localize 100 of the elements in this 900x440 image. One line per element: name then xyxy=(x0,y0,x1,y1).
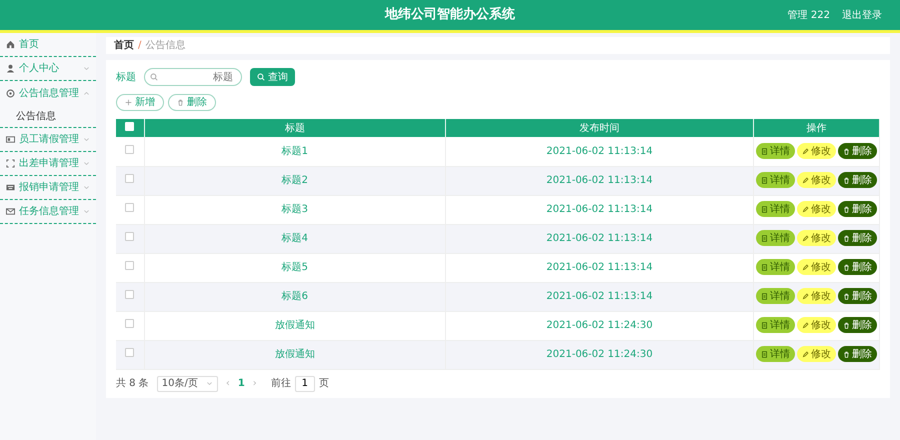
page-size-select[interactable]: 10条/页 xyxy=(156,376,218,392)
pencil-icon xyxy=(802,148,809,154)
detail-button[interactable]: 详情 xyxy=(756,143,795,159)
pencil-icon xyxy=(802,234,809,242)
edit-button[interactable]: 修改 xyxy=(797,259,836,276)
table-cell: 2021-06-02 11:24:30 xyxy=(446,311,754,340)
delete-button[interactable]: 删除 xyxy=(838,230,877,246)
document-icon xyxy=(761,234,768,242)
envelope-icon xyxy=(6,207,15,216)
edit-button[interactable]: 修改 xyxy=(797,317,836,334)
sidebar-item[interactable]: 个人中心 xyxy=(0,57,96,81)
detail-button[interactable]: 详情 xyxy=(756,346,795,362)
search-label: 标题 xyxy=(116,70,136,84)
edit-button[interactable]: 修改 xyxy=(797,346,836,362)
table-cell: 标题4 xyxy=(144,224,446,253)
trash-icon xyxy=(843,176,850,184)
detail-button[interactable]: 详情 xyxy=(756,259,795,276)
delete-button[interactable]: 删除 xyxy=(838,172,877,188)
pencil-icon xyxy=(802,292,809,300)
search-field[interactable]: 标题 xyxy=(144,68,242,86)
pencil-icon xyxy=(802,264,809,271)
trash-icon xyxy=(843,350,850,358)
detail-button[interactable]: 详情 xyxy=(756,288,795,304)
detail-button[interactable]: 详情 xyxy=(756,317,795,334)
breadcrumb-separator: / xyxy=(138,39,142,53)
pencil-icon xyxy=(802,176,809,184)
logout-link[interactable]: 退出登录 xyxy=(842,8,882,23)
column-header: 发布时间 xyxy=(446,119,754,137)
goto-label: 前往 xyxy=(270,376,291,391)
total-count: 共 8 条 xyxy=(116,376,149,391)
page-input[interactable]: 1 xyxy=(294,376,315,392)
table-cell: 放假通知 xyxy=(144,311,446,340)
table-cell: 2021-06-02 11:13:14 xyxy=(446,137,754,166)
app-title: 地纬公司智能办公系统 xyxy=(385,6,515,24)
trash-icon xyxy=(843,234,850,242)
row-checkbox[interactable] xyxy=(125,232,134,241)
delete-button[interactable]: 删除 xyxy=(838,201,877,218)
edit-button[interactable]: 修改 xyxy=(797,172,836,188)
sidebar-item[interactable]: 员工请假管理 xyxy=(0,128,96,152)
edit-button[interactable]: 修改 xyxy=(797,288,836,304)
column-header: 操作 xyxy=(754,119,880,137)
add-button[interactable]: 新增 xyxy=(116,94,164,111)
trash-icon xyxy=(843,264,850,271)
row-checkbox[interactable] xyxy=(125,348,134,357)
select-all-checkbox[interactable] xyxy=(125,122,134,130)
row-checkbox[interactable] xyxy=(125,261,134,270)
delete-button[interactable]: 删除 xyxy=(838,143,877,159)
detail-button[interactable]: 详情 xyxy=(756,201,795,218)
document-icon xyxy=(761,264,768,271)
detail-button[interactable]: 详情 xyxy=(756,172,795,188)
document-icon xyxy=(761,148,768,154)
table-cell: 2021-06-02 11:13:14 xyxy=(446,253,754,282)
table-cell: 标题1 xyxy=(144,137,446,166)
pencil-icon xyxy=(802,322,809,329)
detail-button[interactable]: 详情 xyxy=(756,230,795,246)
user-icon xyxy=(6,64,15,73)
edit-button[interactable]: 修改 xyxy=(797,230,836,246)
row-checkbox[interactable] xyxy=(125,290,134,299)
document-icon xyxy=(761,322,768,329)
edit-button[interactable]: 修改 xyxy=(797,143,836,159)
sidebar-item[interactable]: 首页 xyxy=(0,33,96,57)
delete-button[interactable]: 删除 xyxy=(838,288,877,304)
column-header: 标题 xyxy=(144,119,446,137)
page-number[interactable]: 1 xyxy=(238,376,245,391)
delete-button[interactable]: 删除 xyxy=(838,259,877,276)
row-checkbox[interactable] xyxy=(125,174,134,183)
row-checkbox[interactable] xyxy=(125,203,134,212)
delete-button[interactable]: 删除 xyxy=(838,346,877,362)
delete-button[interactable]: 删除 xyxy=(168,94,216,111)
chevron-down-icon xyxy=(206,380,213,387)
document-icon xyxy=(761,176,768,184)
plus-icon xyxy=(125,99,132,106)
row-checkbox[interactable] xyxy=(125,144,134,154)
table-cell: 标题2 xyxy=(144,166,446,195)
document-icon xyxy=(761,292,768,300)
search-button[interactable]: 查询 xyxy=(250,68,295,86)
breadcrumb-link[interactable]: 首页 xyxy=(114,38,134,53)
trash-icon xyxy=(843,292,850,300)
document-icon xyxy=(761,350,768,358)
search-icon xyxy=(257,73,265,81)
submenu-item[interactable]: 公告信息 xyxy=(0,105,96,127)
table-cell: 标题5 xyxy=(144,253,446,282)
keyboard-icon xyxy=(6,183,15,192)
table-cell: 2021-06-02 11:24:30 xyxy=(446,340,754,369)
page-suffix: 页 xyxy=(318,377,329,391)
delete-button[interactable]: 删除 xyxy=(838,317,877,334)
document-icon xyxy=(761,206,768,213)
sidebar-item[interactable]: 公告信息管理 xyxy=(0,81,96,105)
pencil-icon xyxy=(802,350,809,358)
sidebar-item[interactable]: 任务信息管理 xyxy=(0,200,96,224)
trash-icon xyxy=(843,322,850,329)
sidebar-item[interactable]: 出差申请管理 xyxy=(0,152,96,176)
gear-icon xyxy=(6,88,15,98)
edit-button[interactable]: 修改 xyxy=(797,201,836,218)
row-checkbox[interactable] xyxy=(125,319,134,328)
sidebar-item[interactable]: 报销申请管理 xyxy=(0,176,96,200)
table-cell: 放假通知 xyxy=(144,340,446,369)
table-cell: 2021-06-02 11:13:14 xyxy=(446,224,754,253)
table-cell: 2021-06-02 11:13:14 xyxy=(446,166,754,195)
scan-frame-icon xyxy=(6,159,15,168)
